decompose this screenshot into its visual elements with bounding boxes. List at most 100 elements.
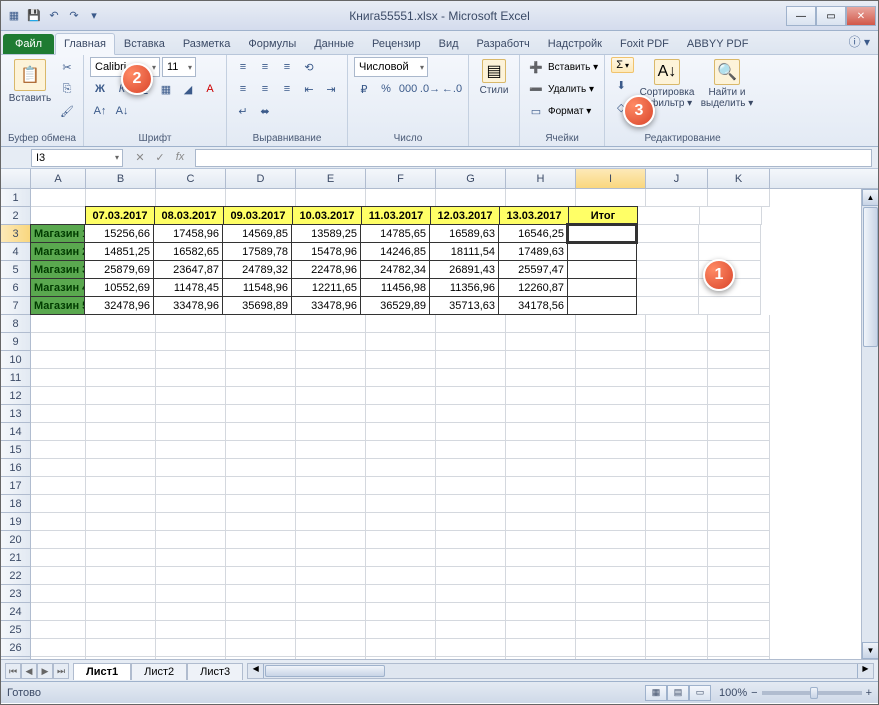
cell[interactable]: 34178,56 bbox=[498, 296, 568, 315]
cell[interactable] bbox=[436, 549, 506, 567]
column-header[interactable]: I bbox=[576, 169, 646, 188]
cell[interactable] bbox=[699, 225, 761, 243]
cell[interactable] bbox=[296, 549, 366, 567]
cell[interactable] bbox=[31, 513, 86, 531]
column-header[interactable]: J bbox=[646, 169, 708, 188]
cell[interactable]: 14785,65 bbox=[360, 224, 430, 243]
cell[interactable]: Итог bbox=[568, 206, 638, 225]
merge-icon[interactable]: ⬌ bbox=[255, 101, 275, 121]
grow-font-icon[interactable]: A↑ bbox=[90, 101, 110, 121]
column-header[interactable]: E bbox=[296, 169, 366, 188]
inc-decimal-icon[interactable]: .0→ bbox=[420, 79, 440, 99]
cell[interactable]: 15256,66 bbox=[84, 224, 154, 243]
cell[interactable] bbox=[567, 242, 637, 261]
cell[interactable] bbox=[637, 261, 699, 279]
cell[interactable] bbox=[31, 189, 86, 207]
cell[interactable] bbox=[86, 657, 156, 659]
cell[interactable] bbox=[576, 189, 646, 207]
row-header[interactable]: 10 bbox=[1, 351, 31, 369]
cell[interactable] bbox=[708, 531, 770, 549]
cell[interactable] bbox=[86, 333, 156, 351]
cell[interactable]: 24782,34 bbox=[360, 260, 430, 279]
cell[interactable]: 08.03.2017 bbox=[154, 206, 224, 225]
close-button[interactable]: ✕ bbox=[846, 6, 876, 26]
zoom-slider[interactable] bbox=[762, 691, 862, 695]
cell[interactable] bbox=[226, 459, 296, 477]
cell[interactable] bbox=[86, 441, 156, 459]
cell[interactable] bbox=[156, 477, 226, 495]
cell[interactable] bbox=[576, 621, 646, 639]
cell[interactable] bbox=[638, 207, 700, 225]
cell[interactable] bbox=[506, 405, 576, 423]
cell[interactable] bbox=[156, 459, 226, 477]
cell[interactable] bbox=[506, 549, 576, 567]
cell[interactable] bbox=[366, 351, 436, 369]
cell[interactable] bbox=[436, 189, 506, 207]
column-header[interactable]: F bbox=[366, 169, 436, 188]
cell[interactable] bbox=[156, 621, 226, 639]
cell[interactable] bbox=[646, 333, 708, 351]
cell[interactable] bbox=[708, 315, 770, 333]
horizontal-scrollbar[interactable]: ◀ ▶ bbox=[247, 663, 874, 679]
cell[interactable] bbox=[156, 315, 226, 333]
cell[interactable] bbox=[646, 405, 708, 423]
find-select-button[interactable]: 🔍 Найти и выделить ▾ bbox=[700, 57, 754, 109]
cell[interactable]: 11456,98 bbox=[360, 278, 430, 297]
row-header[interactable]: 26 bbox=[1, 639, 31, 657]
cell[interactable] bbox=[436, 315, 506, 333]
cell[interactable] bbox=[506, 531, 576, 549]
cell[interactable] bbox=[576, 549, 646, 567]
row-header[interactable]: 5 bbox=[1, 261, 31, 279]
cell[interactable] bbox=[226, 189, 296, 207]
cell[interactable] bbox=[31, 585, 86, 603]
column-header[interactable]: C bbox=[156, 169, 226, 188]
cell[interactable] bbox=[226, 621, 296, 639]
cell[interactable]: 14246,85 bbox=[360, 242, 430, 261]
cell[interactable]: 12260,87 bbox=[498, 278, 568, 297]
cell[interactable]: 33478,96 bbox=[153, 296, 223, 315]
cell[interactable] bbox=[576, 657, 646, 659]
ribbon-tab-8[interactable]: Надстройк bbox=[539, 33, 611, 54]
cell[interactable] bbox=[86, 423, 156, 441]
row-header[interactable]: 20 bbox=[1, 531, 31, 549]
cell[interactable] bbox=[436, 531, 506, 549]
align-middle-icon[interactable]: ≡ bbox=[255, 57, 275, 77]
cell[interactable] bbox=[296, 459, 366, 477]
column-header[interactable]: K bbox=[708, 169, 770, 188]
cell[interactable] bbox=[86, 621, 156, 639]
cell[interactable] bbox=[637, 243, 699, 261]
cell[interactable]: 24789,32 bbox=[222, 260, 292, 279]
cell[interactable] bbox=[31, 639, 86, 657]
fill-icon[interactable]: ⬇ bbox=[611, 75, 631, 95]
cell[interactable] bbox=[156, 585, 226, 603]
cell[interactable] bbox=[699, 297, 761, 315]
cell[interactable] bbox=[436, 603, 506, 621]
cell[interactable]: 16546,25 bbox=[498, 224, 568, 243]
cell[interactable] bbox=[31, 657, 86, 659]
cell[interactable]: 11.03.2017 bbox=[361, 206, 431, 225]
format-painter-icon[interactable]: 🖌 bbox=[57, 101, 77, 121]
format-cells-button[interactable]: ▭Формат ▾ bbox=[526, 101, 598, 121]
cell[interactable] bbox=[296, 639, 366, 657]
cell[interactable] bbox=[506, 657, 576, 659]
cell[interactable] bbox=[646, 423, 708, 441]
cell[interactable] bbox=[576, 387, 646, 405]
cell[interactable] bbox=[700, 207, 762, 225]
scroll-right-icon[interactable]: ▶ bbox=[857, 664, 873, 678]
cell[interactable]: Магазин 4 bbox=[30, 278, 85, 297]
row-header[interactable]: 2 bbox=[1, 207, 31, 225]
scroll-up-icon[interactable]: ▲ bbox=[862, 189, 878, 206]
cell[interactable] bbox=[226, 531, 296, 549]
row-header[interactable]: 25 bbox=[1, 621, 31, 639]
cell[interactable] bbox=[567, 296, 637, 315]
fx-icon[interactable]: fx bbox=[171, 151, 189, 164]
vscroll-thumb[interactable] bbox=[863, 207, 878, 347]
sheet-nav-first-icon[interactable]: ⏮ bbox=[5, 663, 21, 679]
row-header[interactable]: 13 bbox=[1, 405, 31, 423]
cell[interactable] bbox=[226, 387, 296, 405]
cell[interactable] bbox=[226, 315, 296, 333]
styles-button[interactable]: ▤ Стили bbox=[475, 57, 513, 96]
cell[interactable] bbox=[576, 513, 646, 531]
cell[interactable] bbox=[366, 423, 436, 441]
align-center-icon[interactable]: ≡ bbox=[255, 79, 275, 99]
